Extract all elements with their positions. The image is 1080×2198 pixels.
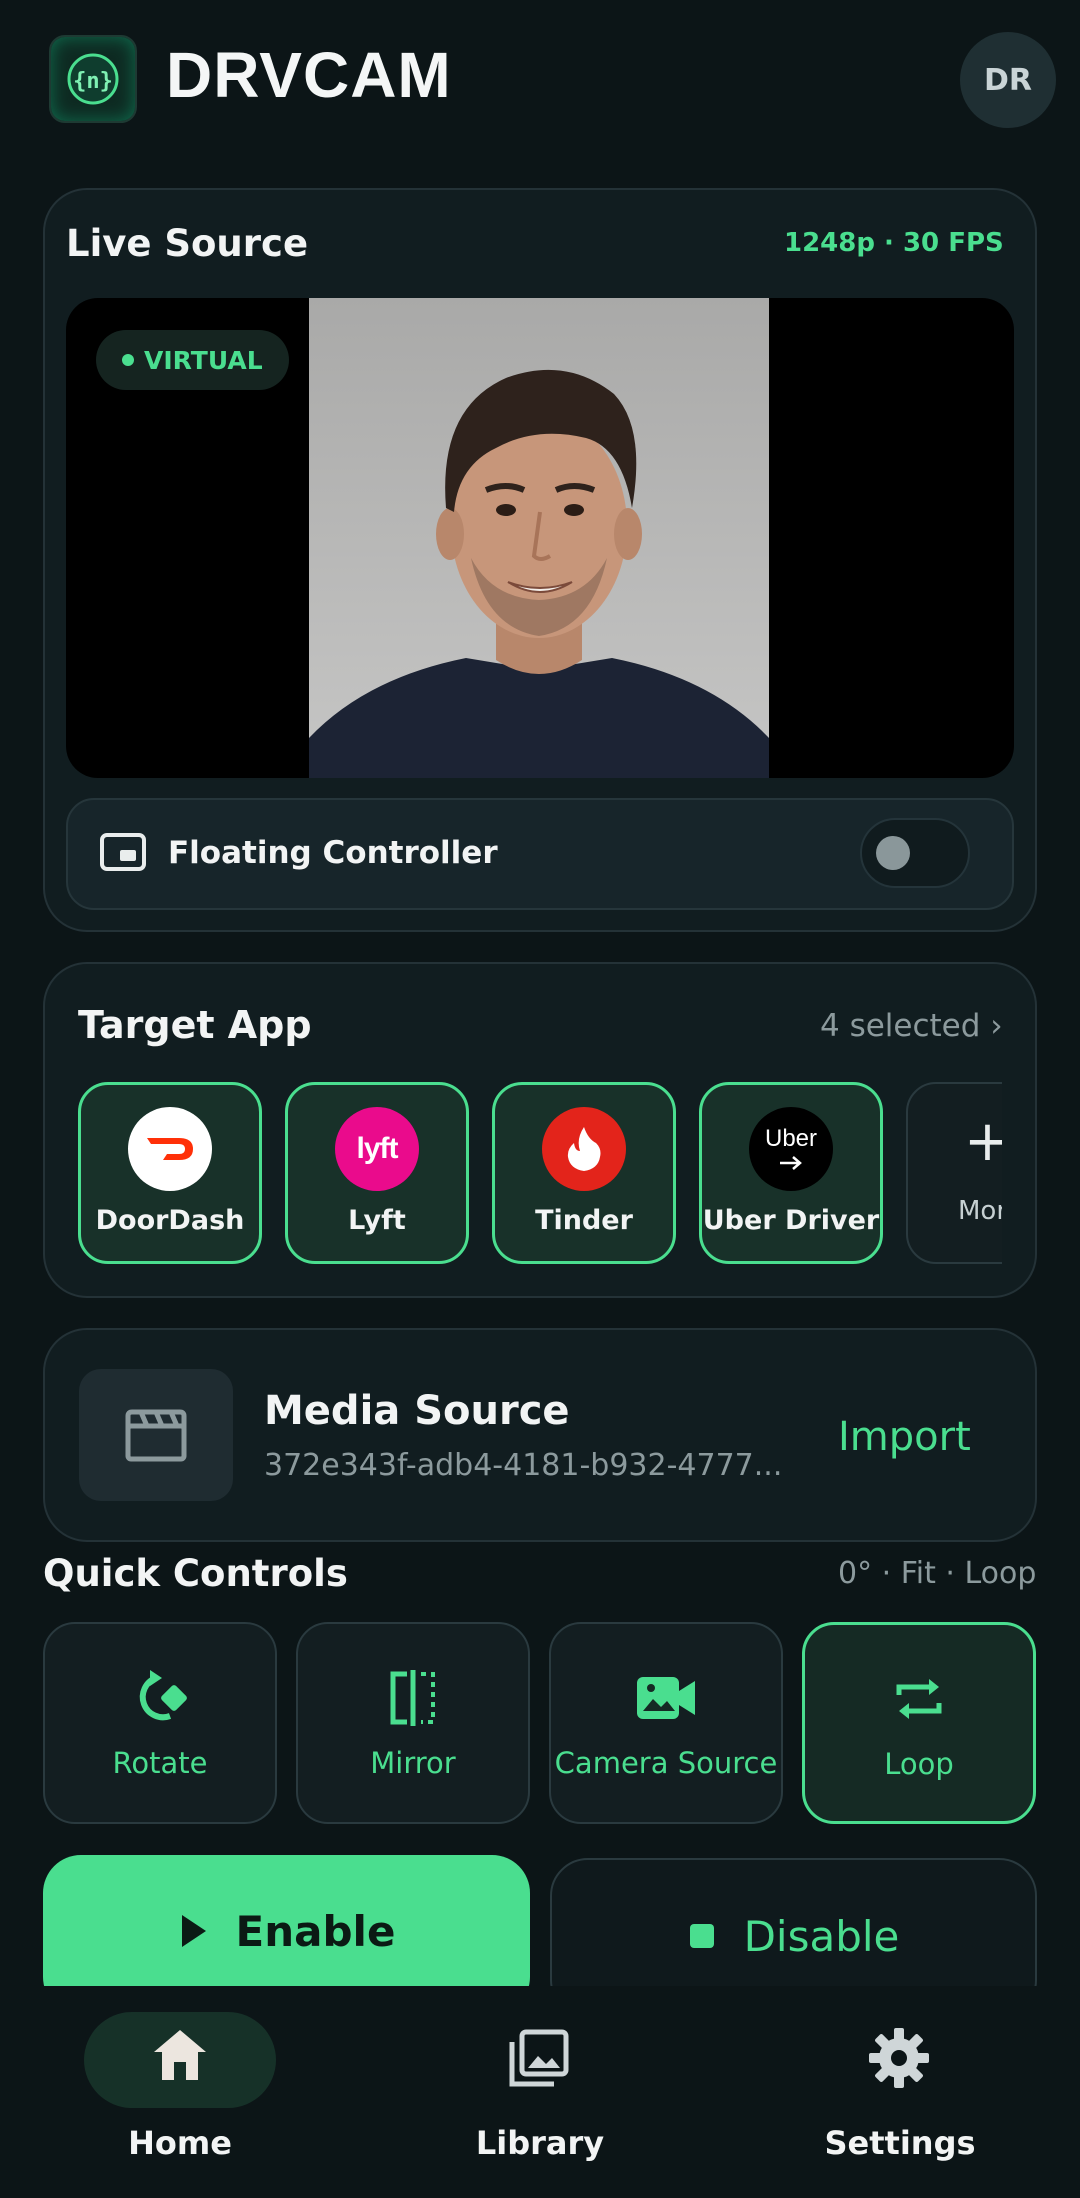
clapperboard-icon xyxy=(125,1409,187,1462)
gear-icon[interactable] xyxy=(869,2028,929,2088)
mirror-button[interactable]: Mirror xyxy=(296,1622,530,1824)
camera-source-label: Camera Source xyxy=(554,1746,778,1780)
plus-icon: + xyxy=(964,1109,1002,1174)
mirror-icon xyxy=(390,1670,435,1726)
quick-controls-title: Quick Controls xyxy=(43,1552,348,1595)
floating-controller-label: Floating Controller xyxy=(168,835,498,871)
more-apps-tile[interactable]: + More xyxy=(906,1082,1002,1264)
rotate-button[interactable]: Rotate xyxy=(43,1622,277,1824)
app-tile-tinder[interactable]: Tinder xyxy=(492,1082,676,1264)
home-icon[interactable] xyxy=(152,2028,208,2082)
virtual-badge-label: VIRTUAL xyxy=(144,345,263,375)
status-dot-icon xyxy=(122,354,134,366)
camera-icon xyxy=(637,1677,695,1719)
mirror-label: Mirror xyxy=(370,1746,456,1780)
lyft-logo-icon: lyft xyxy=(335,1107,419,1191)
app-logo: {n} xyxy=(49,35,137,123)
enable-label: Enable xyxy=(235,1907,396,1956)
tinder-logo-icon xyxy=(542,1107,626,1191)
svg-text:{n}: {n} xyxy=(73,69,113,94)
media-source-title: Media Source xyxy=(264,1388,570,1434)
uber-logo-icon: Uber xyxy=(749,1107,833,1191)
doordash-logo-icon xyxy=(128,1107,212,1191)
camera-source-button[interactable]: Camera Source xyxy=(549,1622,783,1824)
app-name: Uber Driver xyxy=(702,1205,880,1236)
braces-icon: {n} xyxy=(67,53,119,105)
avatar[interactable]: DR xyxy=(960,32,1056,128)
more-tile-frame: + More xyxy=(906,1082,1002,1264)
loop-label: Loop xyxy=(884,1747,954,1781)
disable-label: Disable xyxy=(743,1912,900,1961)
resolution-fps-label: 1248p · 30 FPS xyxy=(784,228,1004,258)
virtual-status-badge: VIRTUAL xyxy=(96,330,289,390)
selected-count-link[interactable]: 4 selected › xyxy=(820,1008,1003,1044)
app-title: DRVCAM xyxy=(166,39,452,111)
media-source-id: 372e343f-adb4-4181-b932-4777... xyxy=(264,1448,783,1483)
app-tile-lyft[interactable]: lyft Lyft xyxy=(285,1082,469,1264)
uber-logo-text: Uber xyxy=(764,1125,818,1152)
stop-icon xyxy=(689,1924,714,1948)
toggle-knob xyxy=(876,836,910,870)
loop-button[interactable]: Loop xyxy=(802,1622,1036,1824)
play-icon xyxy=(181,1915,206,1947)
app-name: Lyft xyxy=(348,1205,406,1236)
nav-home[interactable]: Home xyxy=(60,2124,300,2162)
live-source-title: Live Source xyxy=(66,222,309,265)
app-tile-doordash[interactable]: DoorDash xyxy=(78,1082,262,1264)
app-tile-uber-driver[interactable]: Uber Uber Driver xyxy=(699,1082,883,1264)
app-name: Tinder xyxy=(535,1205,633,1236)
app-name: DoorDash xyxy=(95,1205,245,1236)
import-button[interactable]: Import xyxy=(838,1414,971,1460)
rotate-label: Rotate xyxy=(112,1746,208,1780)
floating-controller-toggle[interactable] xyxy=(860,818,970,888)
quick-controls-summary: 0° · Fit · Loop xyxy=(838,1556,1037,1591)
media-thumbnail[interactable] xyxy=(79,1369,233,1501)
more-label: More xyxy=(958,1196,1002,1226)
picture-in-picture-icon xyxy=(100,833,146,871)
rotate-icon xyxy=(139,1670,187,1721)
library-icon[interactable] xyxy=(508,2028,570,2088)
target-app-title: Target App xyxy=(78,1003,312,1047)
nav-library[interactable]: Library xyxy=(420,2124,660,2162)
lyft-logo-text: lyft xyxy=(356,1132,399,1165)
loop-icon xyxy=(896,1679,942,1719)
nav-settings[interactable]: Settings xyxy=(780,2124,1020,2162)
